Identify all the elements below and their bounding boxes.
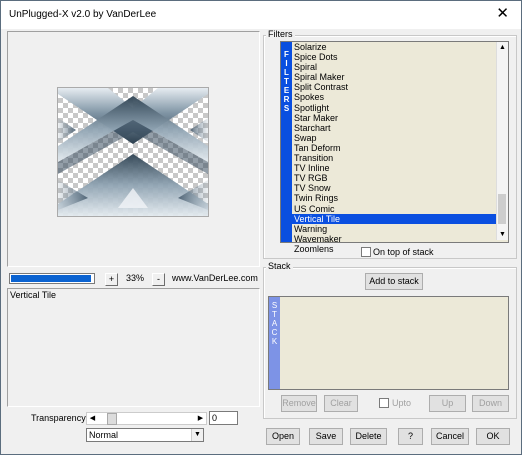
- scroll-down-icon[interactable]: ▼: [497, 229, 508, 240]
- filters-vertical-letter: S: [283, 104, 290, 113]
- close-icon[interactable]: ✕: [496, 6, 509, 22]
- filters-vertical-letter: E: [283, 86, 290, 95]
- window-title: UnPlugged-X v2.0 by VanDerLee: [9, 9, 157, 20]
- filter-scrollbar[interactable]: ▲ ▼: [496, 42, 508, 240]
- filter-list-item[interactable]: TV Snow: [292, 183, 506, 193]
- clear-button[interactable]: Clear: [324, 395, 358, 412]
- preview-panel[interactable]: [7, 31, 260, 267]
- filters-vertical-letter: F: [284, 50, 289, 59]
- filter-list-item[interactable]: Spiral Maker: [292, 72, 506, 82]
- parameter-title: Vertical Tile: [10, 290, 57, 300]
- transparency-value-field[interactable]: 0: [209, 411, 238, 425]
- zoom-out-button[interactable]: -: [152, 273, 165, 286]
- zoom-level: 33%: [125, 273, 144, 283]
- remove-button[interactable]: Remove: [281, 395, 317, 412]
- progress-bar: [9, 273, 95, 284]
- delete-button[interactable]: Delete: [350, 428, 387, 445]
- filter-list-item[interactable]: Spotlight: [292, 103, 506, 113]
- website-link[interactable]: www.VanDerLee.com: [172, 273, 258, 283]
- stack-vertical-letter: C: [271, 328, 278, 337]
- filter-list-item[interactable]: Warning: [292, 224, 506, 234]
- stack-vertical-label: STACK: [269, 301, 280, 346]
- upto-label: Upto: [392, 398, 412, 408]
- filter-list[interactable]: FILTERS Solarize Spice Dots Spiral Spiral M…: [280, 41, 509, 254]
- stack-vertical-letter: S: [271, 301, 278, 310]
- preview-image: [57, 87, 209, 217]
- scroll-thumb[interactable]: [498, 194, 506, 224]
- parameter-panel: Vertical Tile: [7, 288, 260, 407]
- filter-list-item[interactable]: Tan Deform: [292, 143, 506, 153]
- filter-list-item[interactable]: Split Contrast: [292, 82, 506, 92]
- add-to-stack-button[interactable]: Add to stack: [365, 273, 423, 290]
- filter-list-item[interactable]: Solarize: [292, 42, 506, 52]
- filters-vertical-letter: T: [284, 77, 289, 86]
- scroll-left-icon[interactable]: ◀: [87, 413, 98, 424]
- progress-fill: [11, 275, 91, 282]
- chevron-down-icon[interactable]: ▼: [191, 429, 203, 441]
- filter-list-item[interactable]: TV Inline: [292, 163, 506, 173]
- transparency-slider[interactable]: ◀ ▶: [86, 412, 207, 425]
- blend-mode-value: Normal: [89, 430, 119, 440]
- blend-mode-select[interactable]: Normal ▼: [86, 428, 204, 442]
- filter-list-item[interactable]: Transition: [292, 153, 506, 163]
- scroll-right-icon[interactable]: ▶: [195, 413, 206, 424]
- filter-list-item[interactable]: Twin Rings: [292, 193, 506, 203]
- filter-list-item[interactable]: Spokes: [292, 92, 506, 102]
- down-button[interactable]: Down: [472, 395, 509, 412]
- filter-list-item[interactable]: Star Maker: [292, 113, 506, 123]
- filters-group-label: Filters: [266, 29, 295, 39]
- filters-vertical-label: FILTERS: [281, 50, 292, 113]
- filter-list-item[interactable]: US Comic: [292, 204, 506, 214]
- slider-thumb[interactable]: [107, 413, 117, 425]
- cancel-button[interactable]: Cancel: [431, 428, 469, 445]
- filter-items: Solarize Spice Dots Spiral Spiral Maker Spli…: [292, 42, 506, 254]
- zoom-in-button[interactable]: +: [105, 273, 118, 286]
- plugin-window: UnPlugged-X v2.0 by VanDerLee ✕ + 33% - …: [0, 0, 522, 455]
- open-button[interactable]: Open: [266, 428, 300, 445]
- filter-list-item[interactable]: Vertical Tile: [292, 213, 506, 224]
- transparency-label: Transparency: [31, 413, 86, 423]
- filters-vertical-letter: R: [283, 95, 290, 104]
- filters-vertical-letter: I: [285, 59, 288, 68]
- filter-list-item[interactable]: Spiral: [292, 62, 506, 72]
- filters-vertical-letter: L: [284, 68, 289, 77]
- title-bar: UnPlugged-X v2.0 by VanDerLee ✕: [1, 1, 521, 29]
- up-button[interactable]: Up: [429, 395, 466, 412]
- stack-vertical-letter: A: [271, 319, 278, 328]
- stack-strip: STACK: [269, 297, 280, 389]
- scroll-up-icon[interactable]: ▲: [497, 42, 508, 53]
- filter-list-item[interactable]: Wavemaker: [292, 234, 506, 244]
- on-top-of-stack-label: On top of stack: [373, 247, 434, 257]
- filter-list-item[interactable]: Spice Dots: [292, 52, 506, 62]
- ok-button[interactable]: OK: [476, 428, 510, 445]
- save-button[interactable]: Save: [309, 428, 343, 445]
- on-top-of-stack-checkbox[interactable]: [361, 247, 371, 257]
- stack-list[interactable]: STACK: [268, 296, 509, 390]
- stack-vertical-letter: K: [271, 337, 278, 346]
- upto-checkbox[interactable]: [379, 398, 389, 408]
- filters-strip: FILTERS: [281, 42, 292, 242]
- stack-vertical-letter: T: [272, 310, 277, 319]
- help-button[interactable]: ?: [398, 428, 423, 445]
- stack-group-label: Stack: [266, 261, 293, 271]
- filter-list-item[interactable]: Starchart: [292, 123, 506, 133]
- filter-list-item[interactable]: Swap: [292, 133, 506, 143]
- filter-list-item[interactable]: TV RGB: [292, 173, 506, 183]
